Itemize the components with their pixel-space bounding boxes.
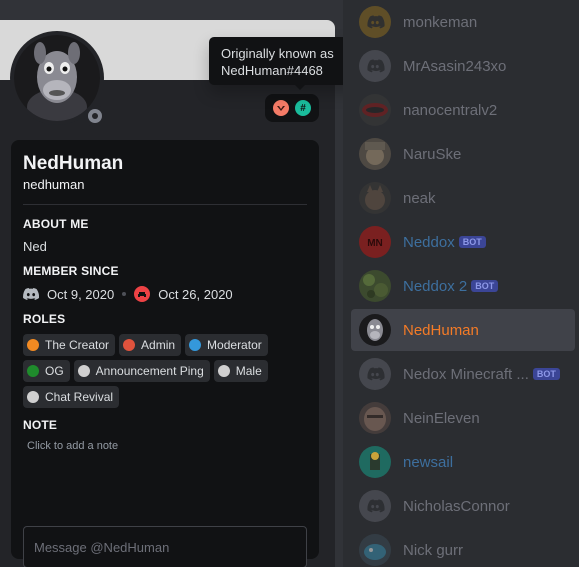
about-me-text: Ned (23, 239, 47, 254)
role-pill[interactable]: Chat Revival (23, 386, 120, 408)
member-item[interactable]: Nedox Minecraft ... BOT (351, 353, 575, 395)
member-avatar (359, 270, 391, 302)
member-name: NicholasConnor (403, 497, 510, 515)
member-avatar (359, 94, 391, 126)
role-color-dot (27, 339, 39, 351)
message-input[interactable] (23, 526, 307, 567)
note-field[interactable]: Click to add a note (23, 440, 307, 452)
member-avatar (359, 6, 391, 38)
member-name: Neddox (403, 233, 455, 251)
role-label: Announcement Ping (95, 364, 204, 378)
member-name: MrAsasin243xo (403, 57, 507, 75)
about-me-title: ABOUT ME (23, 217, 89, 231)
member-avatar (359, 490, 391, 522)
note-title: NOTE (23, 418, 58, 432)
svg-text:MN: MN (367, 238, 383, 249)
member-name: monkeman (403, 13, 478, 31)
role-label: Male (235, 364, 262, 378)
member-item[interactable]: NedHuman (351, 309, 575, 351)
role-color-dot (189, 339, 202, 351)
role-pill[interactable]: Announcement Ping (73, 360, 210, 382)
separator-dot (122, 292, 127, 296)
note-section: NOTE Click to add a note (23, 418, 307, 452)
originally-known-as-badge-icon[interactable]: # (295, 100, 311, 116)
role-label: The Creator (45, 338, 110, 352)
member-name: Neddox 2 (403, 277, 468, 295)
roles-title: ROLES (23, 312, 66, 326)
role-color-dot (77, 365, 90, 377)
member-name: NedHuman (403, 321, 479, 339)
bot-tag: BOT (532, 368, 560, 380)
member-name: NaruSke (403, 145, 462, 163)
role-pill[interactable]: OG (23, 360, 70, 382)
profile-avatar[interactable] (10, 31, 106, 127)
member-name: Nick gurr (403, 541, 464, 559)
member-avatar (359, 402, 391, 434)
role-color-dot (27, 365, 39, 377)
member-item[interactable]: neak (351, 177, 575, 219)
member-name: newsail (403, 453, 454, 471)
profile-info-card: NedHuman nedhuman ABOUT ME Ned MEMBER SI… (11, 140, 319, 567)
server-member-since: Oct 26, 2020 (158, 286, 233, 302)
member-list: monkeman MrAsasin243xo nanocentralv2 NaruSk… (343, 0, 579, 567)
profile-popout: # NedHuman nedhuman ABOUT ME Ned MEMBER … (0, 20, 335, 567)
roles-section: ROLES The Creator Admin Moderator OG Announc… (23, 312, 307, 408)
role-label: Moderator (207, 338, 262, 352)
divider (23, 204, 307, 205)
nitro-badge-icon[interactable] (273, 100, 289, 116)
member-avatar (359, 358, 391, 390)
member-name: Nedox Minecraft ... (403, 365, 529, 383)
member-item[interactable]: NaruSke (351, 133, 575, 175)
member-item[interactable]: newsail (351, 441, 575, 483)
member-item[interactable]: monkeman (351, 1, 575, 43)
member-name: neak (403, 189, 436, 207)
offline-status-icon (88, 109, 102, 123)
member-item[interactable]: Nick gurr (351, 529, 575, 567)
member-avatar (359, 50, 391, 82)
profile-badges: # (265, 94, 319, 122)
role-pill[interactable]: The Creator (23, 334, 116, 356)
member-item[interactable]: NeinEleven (351, 397, 575, 439)
member-item[interactable]: Neddox 2 BOT (351, 265, 575, 307)
member-avatar (359, 534, 391, 566)
about-me-section: ABOUT ME Ned (23, 217, 307, 254)
role-color-dot (217, 365, 230, 377)
discord-logo-icon (23, 286, 39, 302)
role-label: Admin (141, 338, 176, 352)
member-since-section: MEMBER SINCE Oct 9, 2020 Oct 26, 2020 (23, 264, 307, 302)
member-avatar: MN (359, 226, 391, 258)
discord-member-since: Oct 9, 2020 (47, 286, 115, 302)
member-avatar (359, 314, 391, 346)
bot-tag: BOT (458, 236, 486, 248)
member-item[interactable]: NicholasConnor (351, 485, 575, 527)
member-item[interactable]: nanocentralv2 (351, 89, 575, 131)
bot-tag: BOT (471, 280, 499, 292)
status-indicator (84, 105, 106, 127)
member-avatar (359, 182, 391, 214)
member-since-title: MEMBER SINCE (23, 264, 119, 278)
member-name: NeinEleven (403, 409, 480, 427)
server-icon (134, 286, 151, 302)
display-name: NedHuman (23, 153, 124, 174)
roles-list: The Creator Admin Moderator OG Announcement … (23, 334, 307, 408)
member-avatar (359, 138, 391, 170)
role-color-dot (123, 339, 136, 351)
role-color-dot (27, 391, 39, 403)
role-pill[interactable]: Admin (119, 334, 182, 356)
role-label: Chat Revival (45, 390, 114, 404)
role-label: OG (45, 364, 64, 378)
role-pill[interactable]: Male (213, 360, 268, 382)
member-name: nanocentralv2 (403, 101, 498, 119)
member-item[interactable]: MrAsasin243xo (351, 45, 575, 87)
member-avatar (359, 446, 391, 478)
member-item[interactable]: MN Neddox BOT (351, 221, 575, 263)
username: nedhuman (23, 177, 85, 192)
role-pill[interactable]: Moderator (185, 334, 268, 356)
